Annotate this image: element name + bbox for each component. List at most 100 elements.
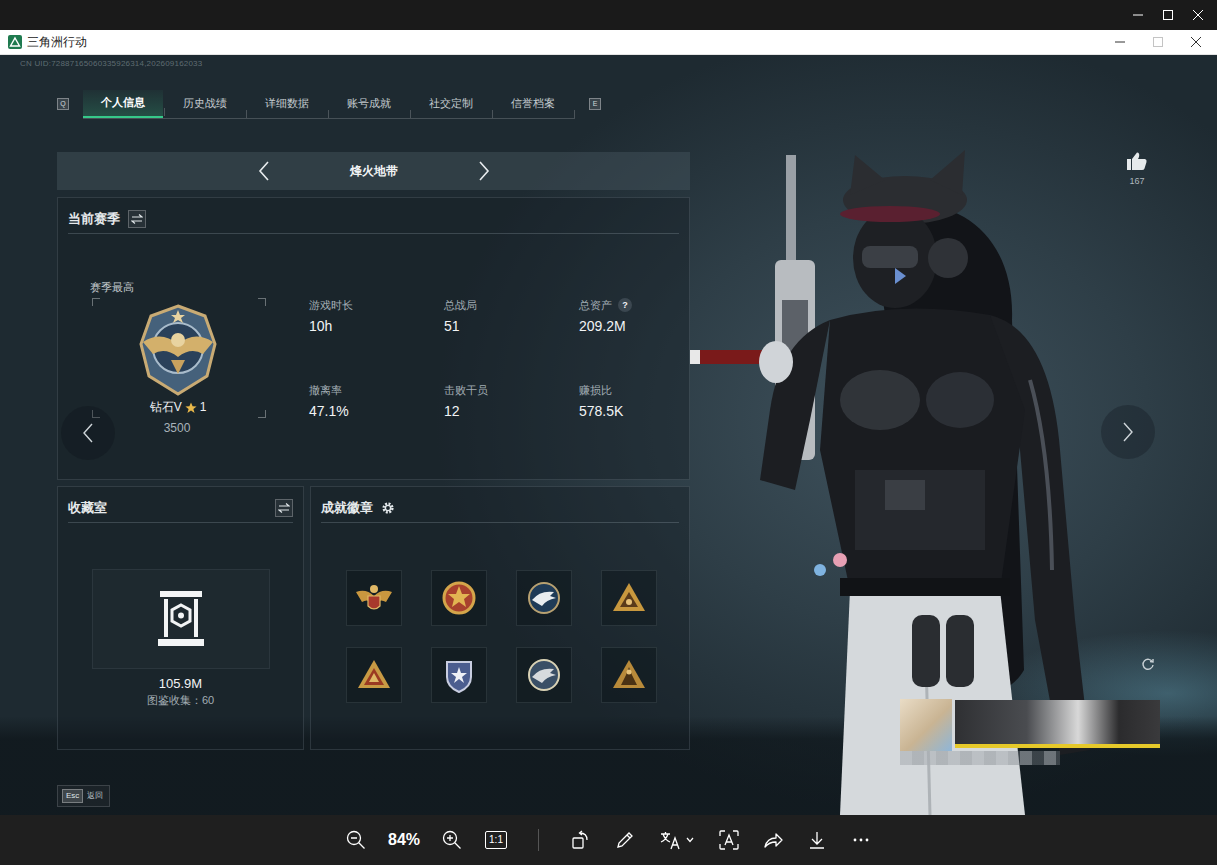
collection-title: 收藏室 <box>68 499 107 517</box>
stat-item: 撤离率47.1% <box>309 382 444 420</box>
minimize-icon <box>1133 10 1143 20</box>
collection-switch-button[interactable] <box>275 499 293 517</box>
stat-item: 总战局51 <box>444 297 579 335</box>
tab[interactable]: 详细数据 <box>247 90 327 118</box>
like-button[interactable]: 167 <box>1122 152 1152 187</box>
eagle-badge-icon <box>524 578 564 618</box>
rank-score: 3500 <box>90 421 266 435</box>
frame-corner <box>258 410 266 418</box>
frame-corner <box>92 298 100 306</box>
window-title: 三角洲行动 <box>27 34 87 51</box>
season-panel: 当前赛季赛季最高钻石V13500游戏时长10h总战局51总资产?209.2M撤离… <box>57 197 690 480</box>
stat-label: 游戏时长 <box>309 297 444 313</box>
achievement-badge[interactable] <box>346 570 402 626</box>
back-key: Esc <box>62 789 83 803</box>
achievement-badge[interactable] <box>601 647 657 703</box>
translate-button[interactable] <box>647 822 707 858</box>
back-button[interactable]: Esc 返回 <box>57 785 110 807</box>
vault-icon <box>157 589 205 649</box>
maximize-button[interactable] <box>1139 30 1177 54</box>
stat-item: 赚损比578.5K <box>579 382 689 420</box>
close-button[interactable] <box>1177 30 1215 54</box>
rotate-button[interactable] <box>559 822 603 858</box>
chevron-left-icon <box>82 423 94 443</box>
viewer-maximize-button[interactable] <box>1153 0 1183 30</box>
zoom-level: 84% <box>378 831 430 849</box>
zoom-out-button[interactable] <box>334 822 378 858</box>
translate-icon <box>660 830 682 850</box>
tab[interactable]: 信誉档案 <box>493 90 573 118</box>
achievement-badge[interactable] <box>516 570 572 626</box>
pyramid-badge-icon <box>609 655 649 695</box>
season-header: 当前赛季 <box>68 198 679 234</box>
stat-item: 击败干员 12 <box>444 382 579 420</box>
tab-bar: Q 个人信息历史战绩详细数据账号成就社交定制信誉档案 E <box>55 90 690 118</box>
edit-button[interactable] <box>603 822 647 858</box>
actual-size-button[interactable]: 1:1 <box>474 822 518 858</box>
mode-next-button[interactable] <box>472 156 496 186</box>
shield-badge-icon <box>439 655 479 695</box>
download-button[interactable] <box>795 822 839 858</box>
thumbs-up-icon <box>1127 152 1147 170</box>
mode-selector: 烽火地带 <box>57 152 690 190</box>
diamond-rank-icon <box>135 304 221 396</box>
stat-value: 578.5K <box>579 402 689 420</box>
window-controls <box>1101 30 1217 54</box>
viewer-minimize-button[interactable] <box>1123 0 1153 30</box>
achievement-badge[interactable] <box>346 647 402 703</box>
profile-column: CN UID:72887165060335926314,202609162033… <box>0 55 690 807</box>
rank-stars: 1 <box>200 400 207 415</box>
crest-badge-icon <box>354 578 394 618</box>
text-scan-button[interactable] <box>707 822 751 858</box>
mode-prev-button[interactable] <box>252 156 276 186</box>
viewer-title-bar <box>0 0 1217 30</box>
star-icon <box>185 402 197 414</box>
achievement-badge[interactable] <box>431 647 487 703</box>
viewer-close-button[interactable] <box>1183 0 1213 30</box>
uid-text: CN UID:72887165060335926314,202609162033 <box>20 58 690 70</box>
close-icon <box>1191 37 1201 47</box>
next-tab-key[interactable]: E <box>589 98 601 110</box>
photo-viewer: 三角洲行动 CN UID:72887165060335926314,2026091… <box>0 0 1217 865</box>
achievement-badge[interactable] <box>601 570 657 626</box>
player-banner <box>900 685 1160 767</box>
pencil-icon <box>615 830 635 850</box>
banner-card <box>955 700 1160 748</box>
zoom-in-icon <box>442 830 462 850</box>
bottom-panels: 收藏室105.9M图鉴收集：60成就徽章 <box>57 486 690 750</box>
season-prev-button[interactable] <box>61 406 115 460</box>
tab[interactable]: 账号成就 <box>329 90 409 118</box>
tab[interactable]: 历史战绩 <box>165 90 245 118</box>
collection-caption: 图鉴收集：60 <box>58 693 303 708</box>
mode-label: 烽火地带 <box>276 163 472 180</box>
help-badge[interactable]: ? <box>618 298 632 312</box>
rank-name: 钻石V1 <box>150 400 207 415</box>
dropdown-chevron-icon <box>686 837 694 843</box>
badge-grid <box>346 570 689 703</box>
back-label: 返回 <box>87 790 103 802</box>
tab-list: 个人信息历史战绩详细数据账号成就社交定制信誉档案 <box>83 90 575 119</box>
season-switch-button[interactable] <box>128 210 146 228</box>
stat-label: 击败干员 <box>444 382 579 398</box>
vault-frame[interactable] <box>92 569 270 669</box>
share-button[interactable] <box>751 822 795 858</box>
character-next-button[interactable] <box>1101 405 1155 459</box>
tab[interactable]: 个人信息 <box>83 90 163 118</box>
viewer-toolbar: 84% 1:1 <box>0 815 1217 865</box>
achievements-settings-button[interactable] <box>381 501 395 515</box>
refresh-icon[interactable] <box>1141 657 1155 671</box>
achievement-badge[interactable] <box>431 570 487 626</box>
minimize-button[interactable] <box>1101 30 1139 54</box>
stat-value: 12 <box>444 402 579 420</box>
achievement-badge[interactable] <box>516 647 572 703</box>
tab[interactable]: 社交定制 <box>411 90 491 118</box>
season-title: 当前赛季 <box>68 210 120 228</box>
share-icon <box>763 830 783 850</box>
window-title-bar: 三角洲行动 <box>0 30 1217 55</box>
more-button[interactable] <box>839 822 883 858</box>
stat-label: 撤离率 <box>309 382 444 398</box>
prev-tab-key[interactable]: Q <box>57 98 69 110</box>
maximize-icon <box>1153 37 1163 47</box>
rank-block: 赛季最高钻石V13500 <box>90 234 266 435</box>
zoom-in-button[interactable] <box>430 822 474 858</box>
